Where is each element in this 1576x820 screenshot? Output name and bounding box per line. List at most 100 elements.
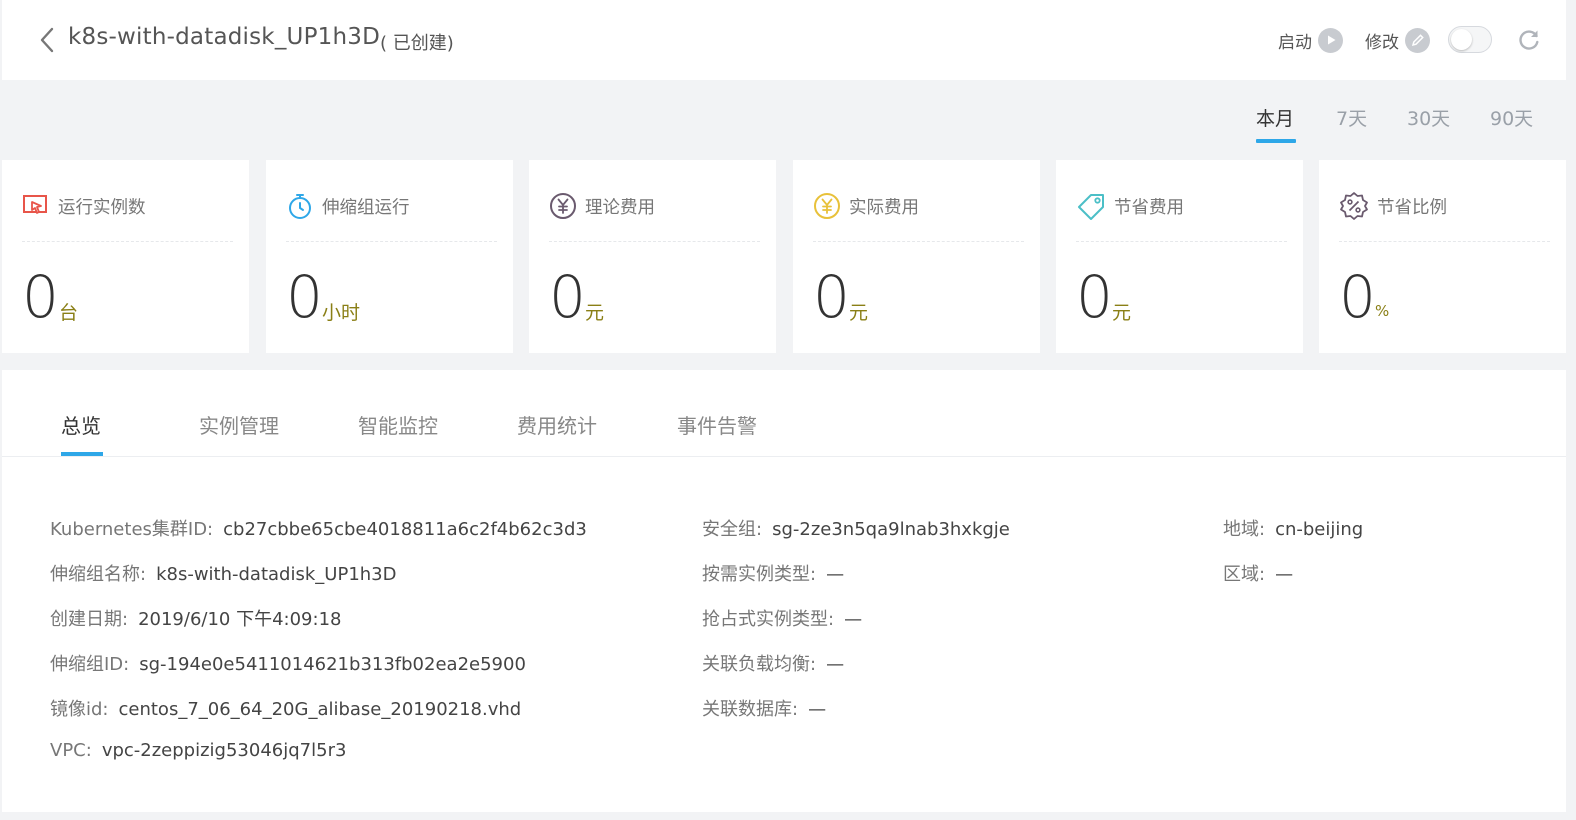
field-label: Kubernetes集群ID: xyxy=(50,519,214,540)
field-region: 地域: cn-beijing xyxy=(1223,515,1363,541)
field-value: vpc-2zeppizig53046jq7l5r3 xyxy=(101,740,347,761)
stat-unit: 元 xyxy=(849,302,869,324)
field-value: — xyxy=(826,654,845,675)
yuan-icon xyxy=(814,193,840,219)
field-label: 地域: xyxy=(1223,519,1266,540)
stat-card-actual-cost: 实际费用 0 元 xyxy=(793,160,1040,353)
tab-bar: 总览 实例管理 智能监控 费用统计 事件告警 xyxy=(2,370,1566,457)
period-tab-indicator xyxy=(1256,139,1296,143)
pencil-icon xyxy=(1405,27,1430,53)
page-title: k8s-with-datadisk_UP1h3D xyxy=(68,24,380,50)
field-value: cn-beijing xyxy=(1275,519,1364,540)
start-button[interactable]: 启动 xyxy=(1278,26,1343,54)
tab-indicator xyxy=(61,452,103,456)
field-value: sg-194e0e5411014621b313fb02ea2e5900 xyxy=(139,654,526,675)
start-label: 启动 xyxy=(1278,32,1312,53)
field-label: 关联负载均衡: xyxy=(702,654,817,675)
divider xyxy=(549,241,760,242)
stat-card-saved-cost: 节省费用 0 元 xyxy=(1056,160,1303,353)
field-label: 伸缩组名称: xyxy=(50,564,147,585)
stat-value: 0 xyxy=(549,263,586,331)
field-value: 2019/6/10 下午4:09:18 xyxy=(138,609,342,630)
field-label: VPC: xyxy=(50,740,92,761)
field-group-id: 伸缩组ID: sg-194e0e5411014621b313fb02ea2e590… xyxy=(50,650,526,676)
divider xyxy=(813,241,1024,242)
stat-label: 理论费用 xyxy=(585,197,655,218)
detail-panel: 总览 实例管理 智能监控 费用统计 事件告警 Kubernetes集群ID: cb… xyxy=(2,370,1566,812)
period-tab-90d[interactable]: 90天 xyxy=(1490,104,1533,131)
stat-label: 节省费用 xyxy=(1114,197,1184,218)
edit-button[interactable]: 修改 xyxy=(1365,26,1430,54)
field-label: 伸缩组ID: xyxy=(50,654,130,675)
stat-unit: 小时 xyxy=(322,302,361,324)
play-icon xyxy=(1318,27,1343,53)
period-tab-30d[interactable]: 30天 xyxy=(1407,104,1450,131)
field-group-name: 伸缩组名称: k8s-with-datadisk_UP1h3D xyxy=(50,560,397,586)
stat-card-runtime: 伸缩组运行 0 小时 xyxy=(266,160,513,353)
stat-unit: 元 xyxy=(1112,302,1132,324)
divider xyxy=(1076,241,1287,242)
field-zone: 区域: — xyxy=(1223,560,1293,586)
stat-value: 0 xyxy=(1076,263,1113,331)
stat-unit: 台 xyxy=(59,302,79,324)
stat-card-theoretical-cost: 理论费用 0 元 xyxy=(529,160,776,353)
tab-event-alerts[interactable]: 事件告警 xyxy=(677,410,757,439)
field-value: k8s-with-datadisk_UP1h3D xyxy=(156,564,397,585)
field-vpc: VPC: vpc-2zeppizig53046jq7l5r3 xyxy=(50,740,346,761)
field-label: 创建日期: xyxy=(50,609,129,630)
period-tab-month[interactable]: 本月 xyxy=(1256,104,1294,131)
divider xyxy=(1339,241,1550,242)
field-ondemand-type: 按需实例类型: — xyxy=(702,560,844,586)
stopwatch-icon xyxy=(289,194,311,219)
field-cluster-id: Kubernetes集群ID: cb27cbbe65cbe4018811a6c2f… xyxy=(50,515,587,541)
divider xyxy=(286,241,497,242)
field-value: — xyxy=(826,564,845,585)
edit-label: 修改 xyxy=(1365,32,1399,53)
field-label: 区域: xyxy=(1223,564,1266,585)
field-security-group: 安全组: sg-2ze3n5qa9lnab3hxkgje xyxy=(702,515,1010,541)
refresh-button[interactable] xyxy=(1516,27,1542,53)
tag-icon xyxy=(1078,194,1104,220)
field-label: 关联数据库: xyxy=(702,699,799,720)
stat-label: 实际费用 xyxy=(849,197,919,218)
stat-card-instances: 运行实例数 0 台 xyxy=(2,160,249,353)
field-value: sg-2ze3n5qa9lnab3hxkgje xyxy=(772,519,1010,540)
yuan-icon xyxy=(550,193,576,219)
field-value: — xyxy=(844,609,863,630)
field-label: 抢占式实例类型: xyxy=(702,609,835,630)
stat-label: 节省比例 xyxy=(1377,197,1447,218)
monitor-icon xyxy=(23,195,47,214)
field-value: centos_7_06_64_20G_alibase_20190218.vhd xyxy=(118,699,522,720)
field-created-date: 创建日期: 2019/6/10 下午4:09:18 xyxy=(50,605,341,631)
page-header: k8s-with-datadisk_UP1h3D ( 已创建) 启动 修改 xyxy=(2,0,1566,80)
field-database: 关联数据库: — xyxy=(702,695,826,721)
divider xyxy=(22,241,233,242)
field-value: cb27cbbe65cbe4018811a6c2f4b62c3d3 xyxy=(223,519,587,540)
stat-value: 0 xyxy=(1339,263,1376,331)
stat-label: 运行实例数 xyxy=(58,197,146,218)
field-label: 镜像id: xyxy=(50,699,109,720)
toggle-switch[interactable] xyxy=(1448,26,1492,53)
tab-cost-stats[interactable]: 费用统计 xyxy=(517,410,597,439)
stat-unit: 元 xyxy=(585,302,605,324)
tab-monitoring[interactable]: 智能监控 xyxy=(358,410,438,439)
field-value: — xyxy=(1275,564,1294,585)
toggle-knob xyxy=(1451,29,1472,50)
field-load-balancer: 关联负载均衡: — xyxy=(702,650,844,676)
field-spot-type: 抢占式实例类型: — xyxy=(702,605,862,631)
refresh-icon xyxy=(1519,30,1539,50)
stat-value: 0 xyxy=(813,263,850,331)
tab-instances[interactable]: 实例管理 xyxy=(199,410,279,439)
field-label: 按需实例类型: xyxy=(702,564,817,585)
percent-badge-icon xyxy=(1340,192,1368,220)
chevron-left-icon xyxy=(40,27,54,53)
tab-overview[interactable]: 总览 xyxy=(61,410,101,439)
status-text: ( 已创建) xyxy=(380,33,454,54)
field-value: — xyxy=(808,699,827,720)
back-button[interactable] xyxy=(36,26,58,54)
stat-label: 伸缩组运行 xyxy=(322,197,410,218)
stat-unit: % xyxy=(1375,302,1390,320)
field-label: 安全组: xyxy=(702,519,763,540)
period-tab-7d[interactable]: 7天 xyxy=(1336,104,1367,131)
stat-value: 0 xyxy=(22,263,59,331)
